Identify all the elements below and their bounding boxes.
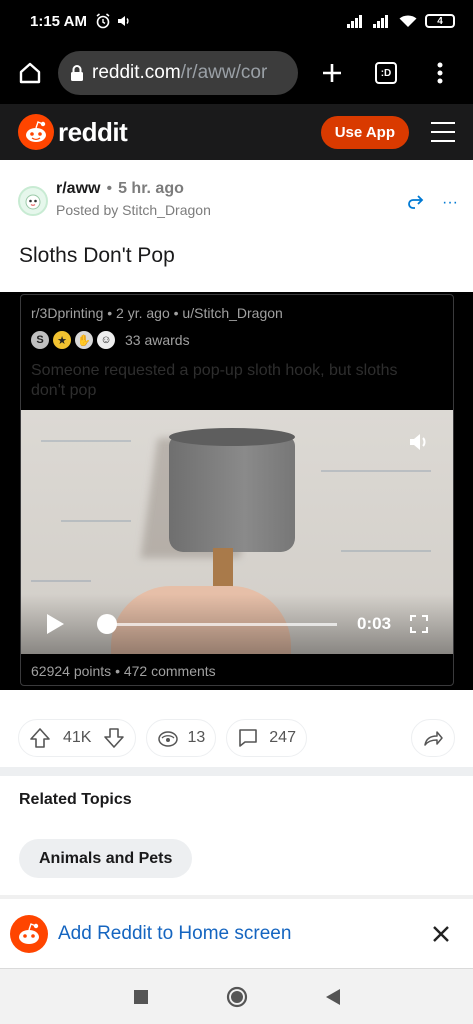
nav-circle-icon[interactable]	[225, 985, 249, 1009]
signal-icon	[347, 15, 362, 28]
add-to-home-banner: Add Reddit to Home screen	[0, 899, 473, 969]
crosspost-title: Someone requested a pop-up sloth hook, b…	[31, 362, 398, 399]
video-hook	[169, 436, 295, 552]
battery-level: 4	[437, 15, 443, 27]
tabs-icon: :D	[375, 62, 397, 84]
battery-icon: 4	[425, 14, 455, 28]
award-count: 13	[187, 729, 206, 746]
tabs-button[interactable]: :D	[366, 53, 406, 93]
subreddit-avatar[interactable]	[18, 186, 48, 216]
gold-award-icon: ★	[53, 331, 71, 349]
use-app-button[interactable]: Use App	[320, 115, 409, 149]
system-nav-bar	[0, 969, 473, 1024]
close-icon	[433, 925, 449, 942]
browser-toolbar: reddit.com/r/aww/cor :D	[0, 42, 473, 104]
crosspost-meta: r/3Dprinting • 2 yr. ago • u/Stitch_Drag…	[31, 305, 283, 321]
url-text: reddit.com/r/aww/cor	[92, 62, 267, 84]
vote-group: 41K	[18, 719, 137, 757]
post-title: Sloths Don't Pop	[19, 244, 175, 267]
video-progress-handle[interactable]	[97, 614, 117, 634]
signal-icon	[373, 15, 388, 28]
status-time: 1:15 AM	[30, 12, 87, 30]
snoo-icon	[26, 121, 46, 142]
new-tab-button[interactable]	[312, 53, 352, 93]
status-bar: 1:15 AM 4	[0, 0, 473, 42]
home-icon	[19, 62, 41, 84]
video-player[interactable]: 0:03	[21, 410, 453, 654]
topic-chip-animals-and-pets[interactable]: Animals and Pets	[19, 839, 193, 878]
wifi-icon	[399, 15, 417, 27]
posted-by[interactable]: Posted by Stitch_Dragon	[56, 202, 211, 218]
close-banner-button[interactable]	[429, 922, 453, 946]
crosspost-stats: 62924 points • 472 comments	[31, 663, 216, 679]
volume-icon[interactable]	[407, 430, 431, 454]
section-divider	[0, 767, 473, 776]
awards-count: 33 awards	[125, 332, 190, 348]
award-icon	[158, 731, 179, 747]
crosspost-icon[interactable]	[406, 194, 424, 210]
reddit-logo-small	[10, 914, 48, 953]
alarm-icon	[96, 13, 110, 29]
award-button[interactable]: 13	[146, 719, 217, 757]
reddit-header: reddit Use App	[0, 104, 473, 160]
meta-separator: •	[106, 180, 113, 197]
vote-score: 41K	[63, 729, 92, 746]
reddit-wordmark: reddit	[58, 116, 128, 147]
plus-icon	[323, 64, 341, 82]
browser-home-button[interactable]	[12, 55, 48, 91]
play-icon[interactable]	[45, 613, 65, 635]
nav-triangle-icon[interactable]	[325, 988, 341, 1006]
overflow-menu-icon	[437, 62, 443, 84]
reddit-logo[interactable]	[18, 114, 54, 150]
related-topics-title: Related Topics	[19, 791, 132, 808]
add-to-home-link[interactable]: Add Reddit to Home screen	[58, 923, 291, 945]
post-actions: 41K 13 247	[18, 718, 455, 758]
lock-icon	[71, 65, 83, 81]
silver-award-icon: S	[31, 331, 49, 349]
browser-menu-button[interactable]	[420, 53, 460, 93]
url-path: /r/aww/cor	[180, 62, 268, 83]
subreddit-icon	[25, 194, 41, 210]
hamburger-icon[interactable]	[431, 122, 455, 142]
video-progress-track[interactable]	[105, 623, 337, 626]
awards-row: S ★ ✋ ☺ 33 awards	[31, 331, 190, 349]
downvote-icon[interactable]	[103, 727, 125, 749]
url-host: reddit.com	[92, 62, 181, 83]
crosspost-card[interactable]: r/3Dprinting • 2 yr. ago • u/Stitch_Drag…	[20, 294, 454, 686]
video-time: 0:03	[357, 614, 392, 633]
share-button[interactable]	[411, 719, 455, 757]
fullscreen-icon[interactable]	[409, 614, 429, 634]
comment-count: 247	[269, 729, 296, 746]
snoo-icon	[19, 922, 39, 944]
volume-icon	[117, 16, 129, 26]
share-icon	[424, 731, 443, 746]
upvote-icon[interactable]	[29, 727, 51, 749]
post-age: 5 hr. ago	[118, 180, 184, 197]
url-bar[interactable]: reddit.com/r/aww/cor	[58, 51, 298, 95]
facepalm-award-icon: ✋	[75, 331, 93, 349]
subreddit-link[interactable]: r/aww	[56, 180, 100, 197]
comments-button[interactable]: 247	[226, 719, 307, 757]
post-more-menu[interactable]: ···	[442, 194, 458, 212]
comment-icon	[239, 729, 258, 747]
wholesome-award-icon: ☺	[97, 331, 115, 349]
crosspost-container: r/3Dprinting • 2 yr. ago • u/Stitch_Drag…	[0, 292, 473, 690]
nav-square-icon[interactable]	[133, 989, 149, 1005]
tabs-label: :D	[380, 67, 392, 79]
post-meta: r/aww • 5 hr. ago Posted by Stitch_Dragon …	[18, 180, 458, 226]
